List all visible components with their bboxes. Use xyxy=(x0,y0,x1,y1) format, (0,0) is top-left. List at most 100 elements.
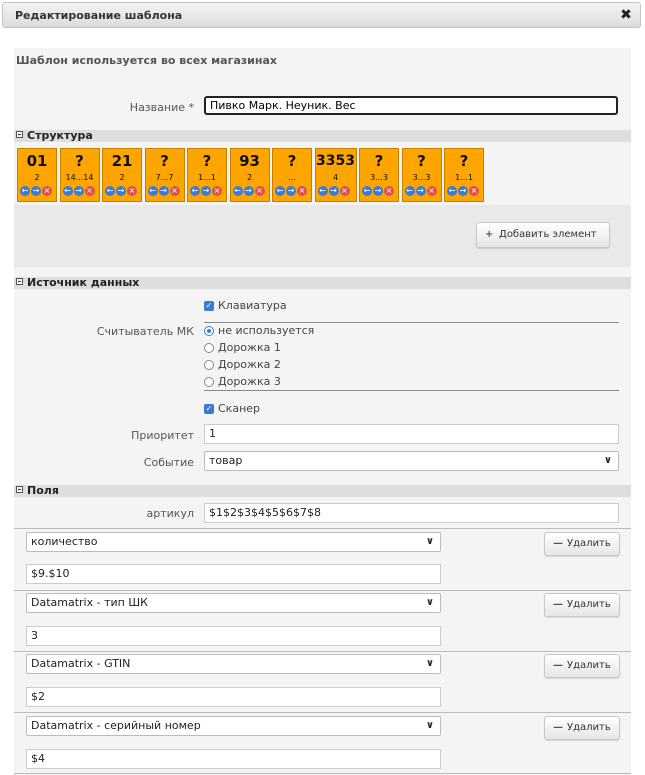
block-length: 2 xyxy=(34,173,40,182)
field-value-input[interactable]: $4 xyxy=(26,749,441,769)
delete-icon[interactable]: × xyxy=(254,186,265,196)
collapse-icon[interactable] xyxy=(16,278,23,285)
delete-icon[interactable]: × xyxy=(384,186,394,196)
move-right-icon[interactable]: → xyxy=(73,186,84,196)
field-value-input[interactable]: 3 xyxy=(26,626,441,646)
event-select-value: товар xyxy=(209,454,243,467)
reader-radio[interactable] xyxy=(204,326,214,336)
reader-radio[interactable] xyxy=(204,377,214,387)
delete-field-button[interactable]: — Удалить xyxy=(544,654,620,678)
delete-icon[interactable]: × xyxy=(84,186,95,196)
block-value: ? xyxy=(374,152,384,170)
delete-icon[interactable]: × xyxy=(212,186,222,196)
reader-option-label: Дорожка 3 xyxy=(218,375,281,388)
delete-icon[interactable]: × xyxy=(339,186,350,196)
scanner-checkbox[interactable]: ✓ xyxy=(204,404,214,414)
move-left-icon[interactable]: ← xyxy=(362,186,372,196)
field-type-select[interactable]: Datamatrix - тип ШК ∨ xyxy=(26,593,441,613)
move-left-icon[interactable]: ← xyxy=(317,186,328,196)
move-right-icon[interactable]: → xyxy=(158,186,169,196)
move-right-icon[interactable]: → xyxy=(243,186,254,196)
section-fields-title: Поля xyxy=(27,484,59,497)
field-type-select[interactable]: Datamatrix - серийный номер ∨ xyxy=(26,716,441,736)
reader-option-label: Дорожка 2 xyxy=(218,358,281,371)
move-right-icon[interactable]: → xyxy=(31,186,41,196)
block-value: ? xyxy=(287,152,297,170)
minus-icon: — xyxy=(553,722,563,733)
structure-block[interactable]: ? 1...1 ← → × xyxy=(187,148,227,202)
delete-field-button[interactable]: — Удалить xyxy=(544,532,620,556)
structure-block[interactable]: ? 1...1 ← → × xyxy=(444,148,484,202)
dialog-title: Редактирование шаблона xyxy=(15,9,183,22)
add-element-button[interactable]: + Добавить элемент xyxy=(476,222,610,248)
move-right-icon[interactable]: → xyxy=(201,186,211,196)
move-right-icon[interactable]: → xyxy=(286,186,296,196)
move-left-icon[interactable]: ← xyxy=(404,186,415,196)
keyboard-checkbox[interactable]: ✓ xyxy=(204,301,214,311)
name-label: Название * xyxy=(129,101,194,114)
structure-block[interactable]: ? 7...7 ← → × xyxy=(144,148,185,202)
section-fields-header[interactable]: Поля xyxy=(14,485,631,497)
move-right-icon[interactable]: → xyxy=(116,186,126,196)
delete-field-button[interactable]: — Удалить xyxy=(544,593,620,617)
delete-icon[interactable]: × xyxy=(127,186,137,196)
reader-radio[interactable] xyxy=(204,360,214,370)
section-structure-header[interactable]: Структура xyxy=(14,130,631,142)
scanner-checkbox-row[interactable]: ✓ Сканер xyxy=(204,402,260,415)
block-value: ? xyxy=(75,152,84,170)
delete-icon[interactable]: × xyxy=(426,186,437,196)
block-value: ? xyxy=(459,152,469,170)
priority-input[interactable]: 1 xyxy=(204,424,619,444)
block-length: 7...7 xyxy=(155,173,174,182)
minus-icon: — xyxy=(553,599,563,610)
move-right-icon[interactable]: → xyxy=(415,186,426,196)
move-left-icon[interactable]: ← xyxy=(232,186,243,196)
reader-option[interactable]: Дорожка 2 xyxy=(204,358,281,371)
keyboard-checkbox-row[interactable]: ✓ Клавиатура xyxy=(204,299,287,312)
dialog-body: Шаблон используется во всех магазинах На… xyxy=(14,48,631,775)
field-value-input[interactable]: $9.$10 xyxy=(26,564,441,584)
structure-block[interactable]: ? 3...3 ← → × xyxy=(359,148,399,202)
reader-option[interactable]: Дорожка 3 xyxy=(204,375,281,388)
field-type-select[interactable]: количество ∨ xyxy=(26,532,441,552)
move-right-icon[interactable]: → xyxy=(373,186,383,196)
move-left-icon[interactable]: ← xyxy=(62,186,73,196)
field-type-select[interactable]: Datamatrix - GTIN ∨ xyxy=(26,654,441,674)
move-left-icon[interactable]: ← xyxy=(447,186,457,196)
block-value: ? xyxy=(417,152,426,170)
keyboard-label: Клавиатура xyxy=(218,299,287,312)
event-select[interactable]: товар ∨ xyxy=(204,451,619,471)
delete-field-button[interactable]: — Удалить xyxy=(544,716,620,740)
delete-icon[interactable]: × xyxy=(42,186,52,196)
structure-block[interactable]: 3353 4 ← → × xyxy=(314,148,357,202)
close-icon[interactable]: ✖ xyxy=(618,7,634,23)
name-input[interactable]: Пивко Марк. Неуник. Вес xyxy=(204,96,618,115)
move-left-icon[interactable]: ← xyxy=(275,186,285,196)
structure-block[interactable]: ? 3...3 ← → × xyxy=(401,148,442,202)
delete-icon[interactable]: × xyxy=(169,186,180,196)
structure-block[interactable]: ? 14...14 ← → × xyxy=(59,148,100,202)
divider xyxy=(14,773,631,774)
field-value-input[interactable]: $2 xyxy=(26,687,441,707)
move-left-icon[interactable]: ← xyxy=(147,186,158,196)
reader-option[interactable]: не используется xyxy=(204,324,314,337)
reader-option[interactable]: Дорожка 1 xyxy=(204,341,281,354)
move-right-icon[interactable]: → xyxy=(458,186,468,196)
article-input[interactable]: $1$2$3$4$5$6$7$8 xyxy=(204,503,619,523)
structure-block[interactable]: 93 2 ← → × xyxy=(229,148,270,202)
collapse-icon[interactable] xyxy=(16,131,23,138)
move-left-icon[interactable]: ← xyxy=(190,186,200,196)
move-left-icon[interactable]: ← xyxy=(20,186,30,196)
reader-radio[interactable] xyxy=(204,343,214,353)
delete-icon[interactable]: × xyxy=(469,186,479,196)
reader-option-label: не используется xyxy=(218,324,315,337)
move-left-icon[interactable]: ← xyxy=(105,186,115,196)
structure-block[interactable]: 01 2 ← → × xyxy=(17,148,57,202)
section-datasource-header[interactable]: Источник данных xyxy=(14,277,631,289)
block-value: 01 xyxy=(26,152,48,170)
move-right-icon[interactable]: → xyxy=(328,186,339,196)
collapse-icon[interactable] xyxy=(16,486,23,493)
structure-block[interactable]: ? ... ← → × xyxy=(272,148,312,202)
delete-icon[interactable]: × xyxy=(297,186,307,196)
structure-block[interactable]: 21 2 ← → × xyxy=(102,148,142,202)
